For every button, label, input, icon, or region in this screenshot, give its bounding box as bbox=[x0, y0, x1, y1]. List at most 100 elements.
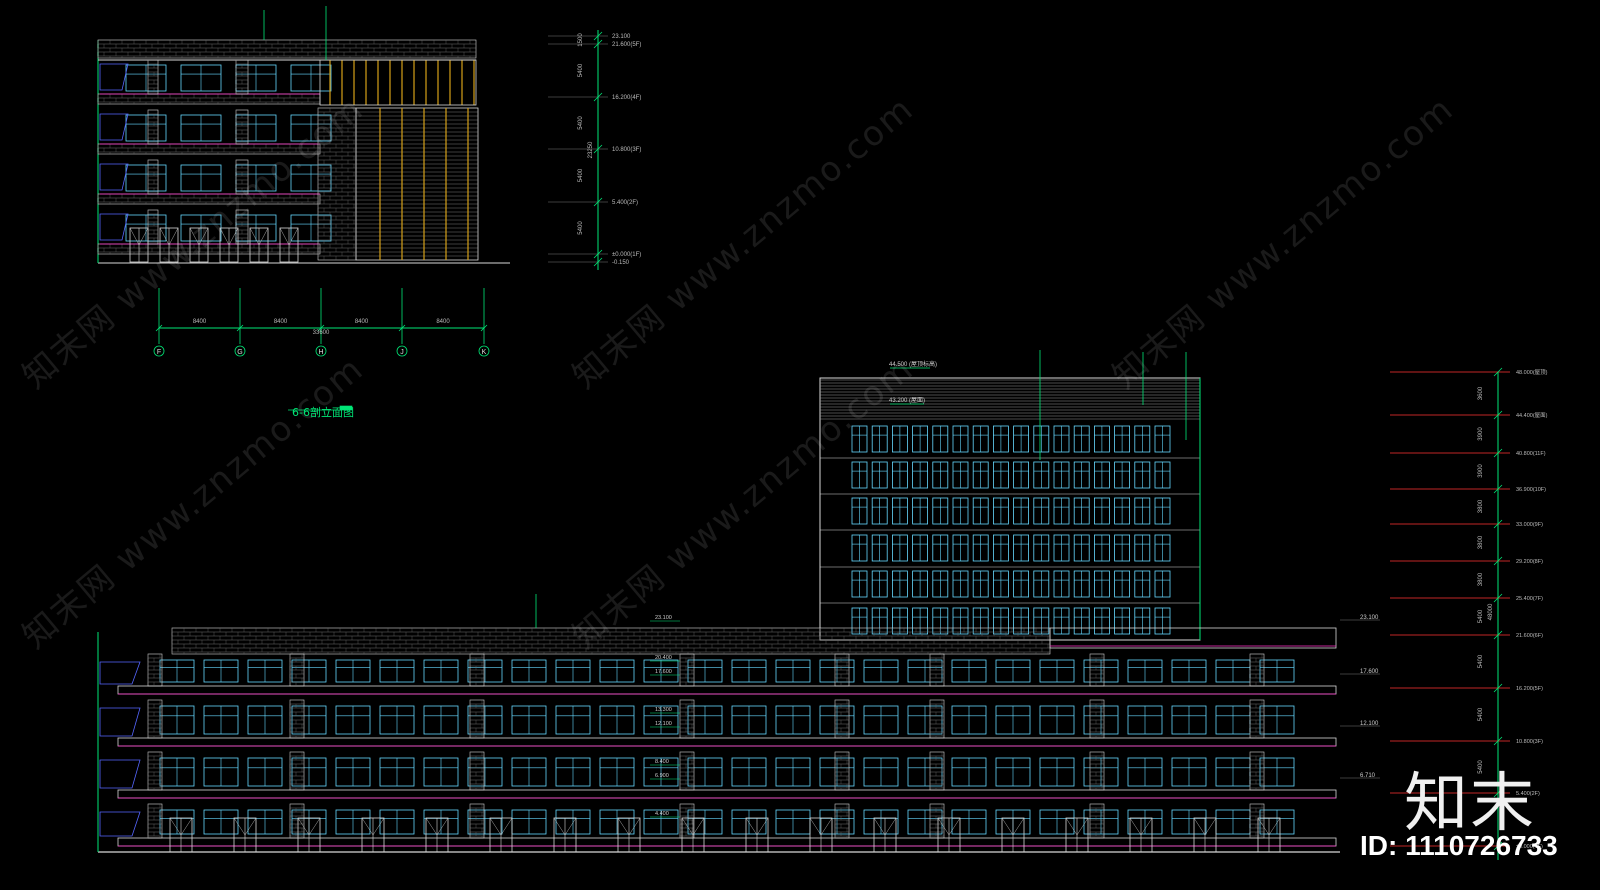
inline-mark: 6.900 bbox=[655, 773, 669, 779]
level-label: 33.000(9F) bbox=[1516, 522, 1543, 528]
level-label: 10.800(3F) bbox=[612, 147, 641, 153]
inline-mark: 17.600 bbox=[655, 669, 672, 675]
axis-label: J bbox=[400, 349, 404, 356]
door-swing bbox=[820, 817, 833, 836]
door-swing bbox=[436, 817, 449, 836]
span-label: 1500 bbox=[578, 33, 584, 47]
glass-curtain bbox=[99, 213, 129, 241]
span-label: 5400 bbox=[1478, 609, 1484, 623]
drawing-caption: 6-6剖立面图 bbox=[292, 406, 354, 419]
level-label: 10.800(3F) bbox=[1516, 739, 1543, 745]
span-label: 3800 bbox=[1478, 535, 1484, 549]
inline-mark: 4.400 bbox=[655, 811, 669, 817]
level-label: 36.900(10F) bbox=[1516, 487, 1546, 493]
door-swing bbox=[681, 817, 694, 836]
door-swing bbox=[500, 817, 513, 836]
door-swing bbox=[180, 817, 193, 836]
axis-label: H bbox=[318, 349, 323, 356]
image-id: ID: 1110726733 bbox=[1360, 830, 1558, 861]
inline-mark: 12.100 bbox=[655, 721, 672, 727]
door-swing bbox=[1065, 817, 1078, 836]
door-swing bbox=[372, 817, 385, 836]
door-swing bbox=[129, 227, 140, 246]
span-label: 5400 bbox=[1478, 707, 1484, 721]
balcony-slab bbox=[117, 789, 1337, 799]
upper-level-scale: 23.100 21.600(5F) 16.200(4F) 10.800(3F) 5.40… bbox=[548, 30, 641, 270]
glass-curtain bbox=[99, 113, 129, 141]
level-label: 29.200(8F) bbox=[1516, 559, 1543, 565]
door-swing bbox=[937, 817, 950, 836]
inline-mark: 23.100 bbox=[655, 615, 672, 621]
door-swing bbox=[233, 817, 246, 836]
span-label: 3600 bbox=[1478, 386, 1484, 400]
floor-band bbox=[97, 93, 321, 105]
balcony-slab bbox=[117, 685, 1337, 695]
door-swing bbox=[249, 227, 260, 246]
level-label: ±0.000(1F) bbox=[612, 252, 641, 258]
inline-mark: 13.300 bbox=[655, 707, 672, 713]
door-swing bbox=[1268, 817, 1281, 836]
span-label: 5400 bbox=[578, 116, 584, 130]
glass-curtain bbox=[99, 811, 141, 837]
level-label: 16.200(4F) bbox=[612, 95, 641, 101]
door-swing bbox=[873, 817, 886, 836]
level-label: 21.600(6F) bbox=[1516, 633, 1543, 639]
level-label: 16.200(5F) bbox=[1516, 686, 1543, 692]
axis-label: F bbox=[157, 349, 161, 356]
axis-label: K bbox=[482, 349, 487, 356]
total-label: 48000 bbox=[1488, 603, 1494, 620]
door-swing bbox=[692, 817, 705, 836]
door-swing bbox=[1001, 817, 1014, 836]
span-label: 3900 bbox=[1478, 464, 1484, 478]
balcony-slab bbox=[117, 837, 1337, 847]
door-swing bbox=[308, 817, 321, 836]
total-dim: 33600 bbox=[313, 330, 330, 336]
glass-curtain bbox=[99, 707, 141, 737]
span-label: 5400 bbox=[578, 221, 584, 235]
level-label: 5.400(2F) bbox=[612, 200, 638, 206]
bay-dim: 8400 bbox=[193, 319, 207, 325]
span-label: 3800 bbox=[1478, 572, 1484, 586]
podium-mark: 23.100 bbox=[1360, 615, 1379, 621]
door-swing bbox=[809, 817, 822, 836]
door-swing bbox=[288, 227, 299, 246]
bay-dim: 8400 bbox=[355, 319, 369, 325]
door-swing bbox=[1129, 817, 1142, 836]
door-swing bbox=[258, 227, 269, 246]
level-label: 21.600(5F) bbox=[612, 42, 641, 48]
glass-curtain bbox=[99, 759, 141, 789]
total-label: 23250 bbox=[588, 141, 594, 158]
axis-label: G bbox=[237, 349, 242, 356]
door-swing bbox=[884, 817, 897, 836]
door-swing bbox=[564, 817, 577, 836]
door-swing bbox=[745, 817, 758, 836]
podium-roof-edge bbox=[1049, 627, 1337, 649]
door-swing bbox=[1012, 817, 1025, 836]
parapet-brick bbox=[97, 39, 477, 59]
level-label: -0.150 bbox=[612, 260, 630, 266]
door-swing bbox=[617, 817, 630, 836]
door-swing bbox=[279, 227, 290, 246]
inline-mark: 8.400 bbox=[655, 759, 669, 765]
level-label: 25.400(7F) bbox=[1516, 596, 1543, 602]
glass-curtain bbox=[99, 661, 141, 685]
podium-mark: 12.100 bbox=[1360, 721, 1379, 727]
door-swing bbox=[489, 817, 502, 836]
inline-mark: 20.400 bbox=[655, 655, 672, 661]
span-label: 3900 bbox=[1478, 427, 1484, 441]
door-swing bbox=[361, 817, 374, 836]
span-label: 5400 bbox=[578, 63, 584, 77]
door-swing bbox=[425, 817, 438, 836]
balcony-slab bbox=[117, 737, 1337, 747]
door-swing bbox=[169, 817, 182, 836]
level-label: 48.000(屋顶) bbox=[1516, 369, 1548, 376]
door-swing bbox=[628, 817, 641, 836]
level-label: 23.100 bbox=[612, 34, 631, 40]
door-swing bbox=[1193, 817, 1206, 836]
podium-mark: 6.710 bbox=[1360, 773, 1376, 779]
bay-dim: 8400 bbox=[436, 319, 450, 325]
glass-curtain bbox=[99, 63, 129, 91]
span-label: 5400 bbox=[1478, 654, 1484, 668]
bay-dim: 8400 bbox=[274, 319, 288, 325]
level-label: 40.800(11F) bbox=[1516, 451, 1546, 457]
